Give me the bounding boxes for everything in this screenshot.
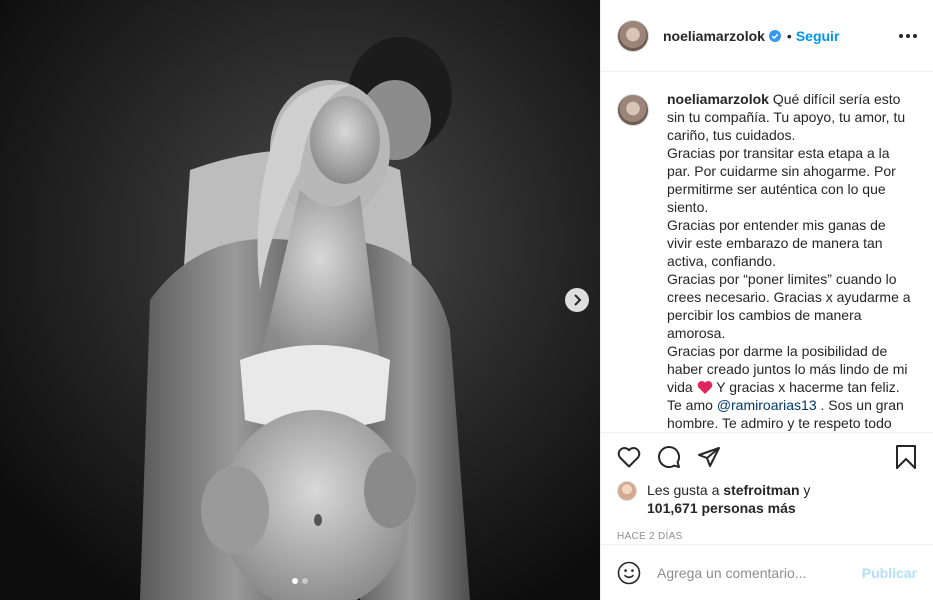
- caption-line: siento.: [667, 199, 709, 215]
- likes-prefix: Les gusta a: [647, 482, 724, 498]
- share-button[interactable]: [697, 445, 721, 469]
- red-heart-emoji-icon: [697, 381, 712, 394]
- caption-line: crees necesario. Gracias x ayudarme a: [667, 289, 911, 305]
- save-button[interactable]: [895, 445, 917, 469]
- heart-outline-icon: [617, 447, 641, 468]
- smiley-icon: [617, 561, 641, 584]
- emoji-button[interactable]: [617, 561, 641, 585]
- caption-line: vida: [667, 379, 693, 395]
- follow-button[interactable]: Seguir: [796, 28, 840, 44]
- carousel-indicator: [0, 578, 600, 584]
- instagram-post: noeliamarzolok • Seguir noeliamarzolok Q…: [0, 0, 933, 600]
- caption-mention-link[interactable]: @ramiroarias13: [717, 397, 817, 413]
- caption-line: Gracias por entender mis ganas de: [667, 217, 886, 233]
- more-options-icon[interactable]: [899, 33, 917, 38]
- paper-plane-icon: [698, 447, 720, 467]
- caption-line: vivir este embarazo de manera tan: [667, 235, 883, 251]
- caption-line: Gracias por “poner limites” cuando lo: [667, 271, 897, 287]
- comment-button[interactable]: [657, 445, 681, 469]
- caption-line: permitirme ser auténtica con lo que: [667, 181, 886, 197]
- caption-username[interactable]: noeliamarzolok: [667, 91, 769, 107]
- caption-line: Y gracias x hacerme tan feliz.: [712, 379, 900, 395]
- verified-badge-icon: [768, 29, 781, 42]
- caption-line: activa, confiando.: [667, 253, 776, 269]
- action-bar: [601, 433, 933, 481]
- caption-line: Gracias por darme la posibilidad de: [667, 343, 888, 359]
- caption-line: hombre. Te admiro y te respeto todo: [667, 415, 892, 431]
- post-media[interactable]: [0, 0, 600, 600]
- likes-summary: Les gusta a stefroitman y 101,671 person…: [601, 481, 933, 517]
- caption-line: amorosa.: [667, 325, 726, 341]
- post-timestamp[interactable]: Hace 2 días: [601, 517, 933, 542]
- likes-count[interactable]: 101,671 personas más: [647, 500, 796, 516]
- caption-line: sin tu compañía. Tu apoyo, tu amor, tu: [667, 109, 906, 125]
- caption-line: Te amo: [667, 397, 717, 413]
- liker-avatar[interactable]: [617, 481, 637, 501]
- caption-line: Gracias por transitar esta etapa a la: [667, 145, 890, 161]
- bookmark-icon: [896, 445, 916, 469]
- caption-line: . Sos un gran: [816, 397, 904, 413]
- like-button[interactable]: [617, 446, 641, 468]
- caption-line: Qué difícil sería esto: [772, 91, 901, 107]
- comment-bubble-icon: [658, 446, 681, 469]
- liker-username[interactable]: stefroitman: [723, 482, 799, 498]
- comment-input[interactable]: [657, 564, 862, 581]
- post-side-panel: noeliamarzolok • Seguir noeliamarzolok Q…: [600, 0, 933, 600]
- caption-line: par. Por cuidarme sin ahogarme. Por: [667, 163, 896, 179]
- caption-line: percibir los cambios de manera: [667, 307, 862, 323]
- likes-conjunction: y: [799, 482, 811, 498]
- chevron-right-icon: [574, 294, 582, 306]
- header-separator: •: [786, 27, 792, 44]
- caption-line: cariño, tus cuidados.: [667, 127, 796, 143]
- carousel-dot: [302, 578, 308, 584]
- next-slide-button[interactable]: [565, 288, 589, 312]
- post-photo: [0, 0, 600, 600]
- caption-avatar[interactable]: [617, 94, 649, 126]
- author-username[interactable]: noeliamarzolok: [663, 28, 765, 44]
- add-comment-bar: Publicar: [601, 544, 933, 600]
- post-actions-block: Les gusta a stefroitman y 101,671 person…: [601, 432, 933, 542]
- author-avatar[interactable]: [617, 19, 649, 52]
- post-caption: noeliamarzolok Qué difícil sería esto si…: [667, 90, 917, 432]
- carousel-dot-active: [292, 578, 298, 584]
- comments-section: noeliamarzolok Qué difícil sería esto si…: [601, 72, 933, 432]
- publish-comment-button[interactable]: Publicar: [862, 565, 917, 581]
- post-header: noeliamarzolok • Seguir: [601, 0, 933, 72]
- caption-line: haber creado juntos lo más lindo de mi: [667, 361, 908, 377]
